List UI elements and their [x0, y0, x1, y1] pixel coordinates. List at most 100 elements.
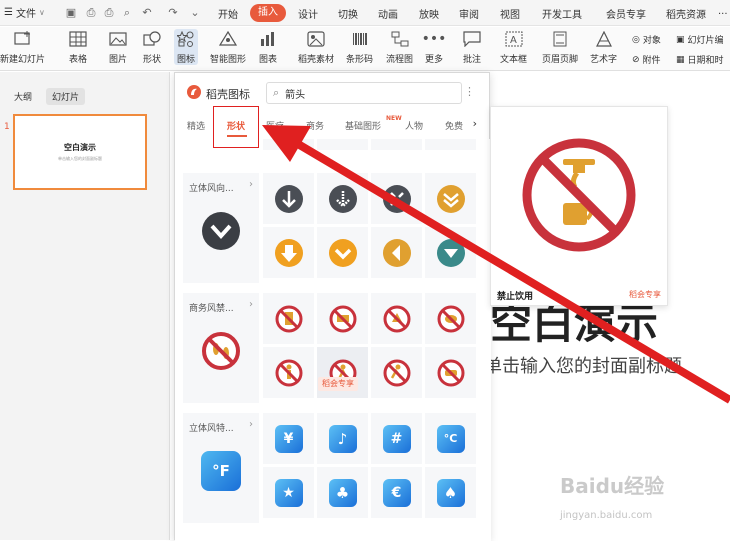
- icon-search-box[interactable]: ⌕: [266, 82, 462, 104]
- icon-cell[interactable]: [263, 347, 314, 398]
- tab-animation[interactable]: 动画: [378, 6, 398, 21]
- tab-daoke-resources[interactable]: 稻壳资源: [666, 6, 706, 21]
- tab-slideshow[interactable]: 放映: [419, 6, 439, 21]
- icon-cell[interactable]: [371, 347, 422, 398]
- header-footer-icon: [550, 29, 570, 49]
- icon-cell[interactable]: ¥: [263, 413, 314, 464]
- preview-icon[interactable]: ⌕: [120, 6, 134, 19]
- icon-cell[interactable]: ★: [263, 467, 314, 518]
- chart-button[interactable]: 图表: [258, 29, 278, 65]
- icon-label: 图标: [176, 55, 195, 65]
- group-preview[interactable]: 立体风特... › °F: [183, 413, 259, 523]
- group-preview[interactable]: 立体风向... ›: [183, 173, 259, 283]
- icon-cell[interactable]: ♠: [425, 467, 476, 518]
- icon-cell[interactable]: [371, 227, 422, 278]
- group-preview[interactable]: 商务风禁... ›: [183, 293, 259, 403]
- tab-outline[interactable]: 大纲: [8, 88, 38, 105]
- icon-cell[interactable]: [371, 173, 422, 224]
- icon-cell[interactable]: €: [371, 467, 422, 518]
- icon-cell[interactable]: [317, 293, 368, 344]
- tab-start[interactable]: 开始: [218, 6, 238, 21]
- group-name: 商务风禁...: [189, 304, 234, 314]
- tab-slides[interactable]: 幻灯片: [46, 88, 86, 105]
- popup-more-icon[interactable]: ⋮: [464, 85, 475, 98]
- yen-glyph: ¥: [283, 430, 294, 447]
- category-featured[interactable]: 精选: [187, 119, 205, 132]
- slide-number-button[interactable]: ▣ 幻灯片编: [676, 33, 724, 47]
- icon-cell[interactable]: [263, 227, 314, 278]
- shape-icon: [142, 29, 162, 49]
- flowchart-icon: [390, 29, 410, 49]
- table-button[interactable]: 表格: [68, 29, 88, 65]
- shape-button[interactable]: 形状: [142, 29, 162, 65]
- new-slide-button[interactable]: 新建幻灯片: [0, 29, 45, 65]
- object-button[interactable]: ◎ 对象: [632, 33, 661, 47]
- more-button[interactable]: ••• 更多: [422, 29, 447, 65]
- chevron-right-icon[interactable]: ›: [473, 117, 477, 130]
- tab-transition[interactable]: 切换: [338, 6, 358, 21]
- header-footer-button[interactable]: 页眉页脚: [542, 29, 578, 65]
- preview-vip-label[interactable]: 稻会专享: [629, 289, 661, 300]
- picture-icon: [108, 29, 128, 49]
- icon-cell[interactable]: [371, 139, 422, 150]
- category-people[interactable]: 人物: [405, 119, 423, 132]
- icon-cell[interactable]: [371, 293, 422, 344]
- icon-cell[interactable]: [425, 227, 476, 278]
- customize-icon[interactable]: ⌄: [188, 6, 202, 19]
- comment-button[interactable]: 批注: [462, 29, 482, 65]
- slide-thumbnail[interactable]: 空白演示 单击输入您的封面副标题: [13, 114, 147, 190]
- redo-icon[interactable]: ↷: [166, 6, 180, 19]
- export-pdf-icon[interactable]: ⎙: [84, 6, 98, 19]
- tab-insert[interactable]: 插入: [250, 4, 286, 22]
- slide-number: 1: [4, 122, 10, 132]
- tab-review[interactable]: 审阅: [459, 6, 479, 21]
- icon-button[interactable]: 图标: [174, 29, 198, 65]
- tab-design[interactable]: 设计: [298, 6, 318, 21]
- icon-cell[interactable]: [425, 139, 476, 150]
- comment-icon: [462, 29, 482, 49]
- icon-cell[interactable]: [425, 173, 476, 224]
- new-slide-label: 新建幻灯片: [0, 55, 46, 65]
- smart-shape-button[interactable]: 智能图形: [210, 29, 246, 65]
- slide-subtitle[interactable]: 单击输入您的封面副标题: [484, 352, 730, 378]
- category-basic-shapes[interactable]: 基础图形: [345, 119, 381, 132]
- icon-cell[interactable]: #: [371, 413, 422, 464]
- icon-cell[interactable]: [263, 293, 314, 344]
- textbox-button[interactable]: A 文本框: [500, 29, 527, 65]
- header-footer-label: 页眉页脚: [542, 55, 579, 65]
- tab-member[interactable]: 会员专享: [606, 6, 646, 21]
- undo-icon[interactable]: ↶: [140, 6, 154, 19]
- category-business[interactable]: 商务: [306, 119, 324, 132]
- tab-more[interactable]: ...: [718, 6, 728, 17]
- category-free[interactable]: 免费: [445, 119, 463, 132]
- icon-cell[interactable]: °C: [425, 413, 476, 464]
- flowchart-button[interactable]: 流程图: [386, 29, 413, 65]
- attachment-button[interactable]: ⊘ 附件: [632, 53, 661, 67]
- art-text-button[interactable]: 艺术字: [590, 29, 617, 65]
- flowchart-label: 流程图: [386, 55, 414, 65]
- date-time-button[interactable]: ▦ 日期和时: [676, 53, 724, 67]
- category-medical[interactable]: 医疗: [266, 119, 284, 132]
- icon-cell[interactable]: ♪: [317, 413, 368, 464]
- icon-cell[interactable]: ♣: [317, 467, 368, 518]
- icon-cell[interactable]: [317, 139, 368, 150]
- print-icon[interactable]: ⎙: [102, 6, 116, 19]
- daoke-logo-icon: [187, 85, 201, 99]
- tab-developer[interactable]: 开发工具: [542, 6, 582, 21]
- icon-cell[interactable]: [317, 173, 368, 224]
- barcode-button[interactable]: 条形码: [346, 29, 373, 65]
- save-icon[interactable]: ▣: [64, 6, 78, 19]
- icon-cell[interactable]: [263, 173, 314, 224]
- icon-search-input[interactable]: [285, 87, 436, 99]
- daoke-material-button[interactable]: 稻壳素材: [298, 29, 334, 65]
- icon-cell[interactable]: [263, 139, 314, 150]
- tab-view[interactable]: 视图: [500, 6, 520, 21]
- icon-cell[interactable]: [425, 347, 476, 398]
- icon-cell[interactable]: [425, 293, 476, 344]
- smart-shape-label: 智能图形: [210, 55, 247, 65]
- picture-button[interactable]: 图片: [108, 29, 128, 65]
- icon-cell[interactable]: [317, 227, 368, 278]
- no-pet-icon: [437, 305, 464, 332]
- music-note-glyph: ♪: [337, 429, 348, 448]
- file-menu[interactable]: ☰ 文件 ∨: [4, 5, 45, 20]
